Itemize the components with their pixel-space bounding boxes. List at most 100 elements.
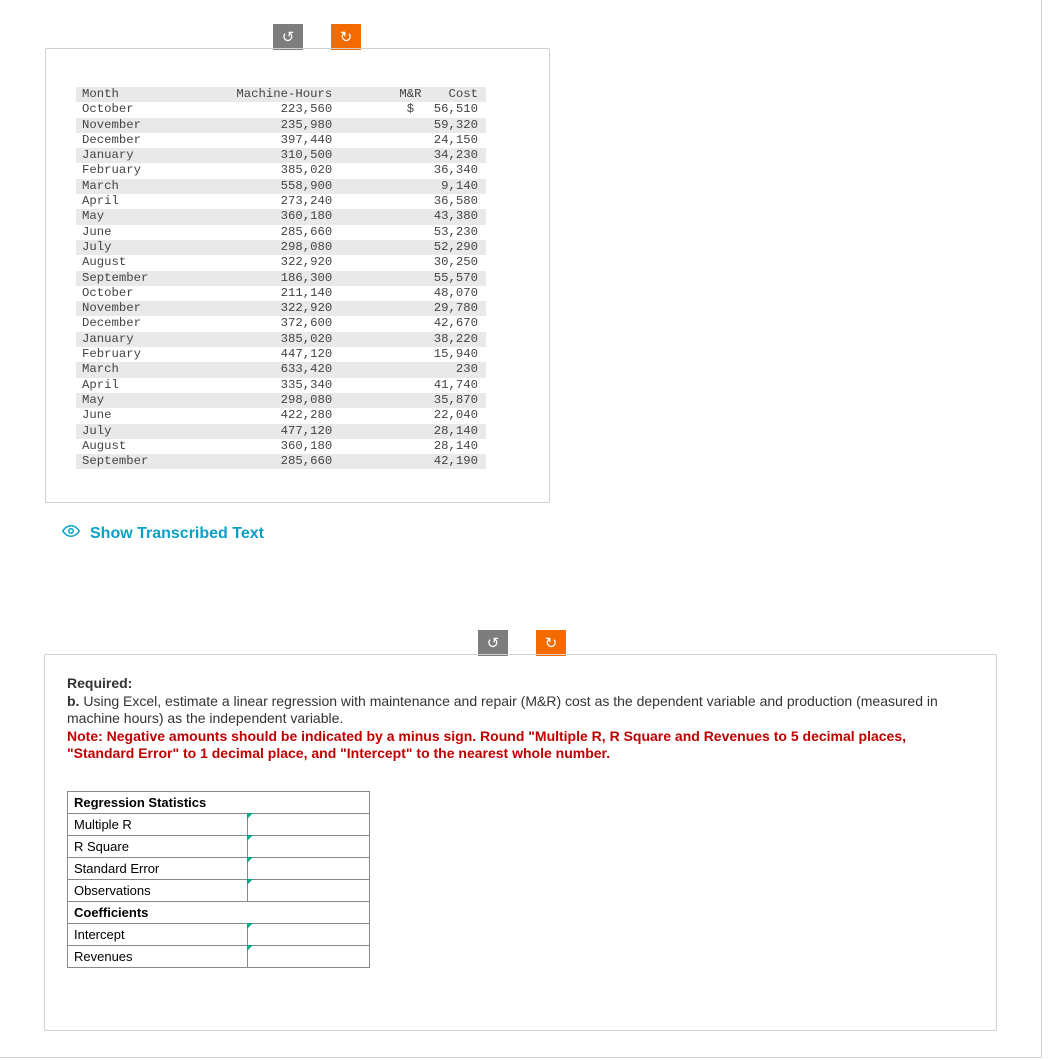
cell-sym	[340, 454, 423, 469]
table-row: April273,240 36,580	[76, 194, 486, 209]
cell-cost: 30,250	[424, 255, 486, 270]
table-row: January310,50034,230	[76, 148, 486, 163]
observations-label: Observations	[68, 879, 248, 901]
observations-input[interactable]	[248, 879, 370, 901]
show-transcribed-link[interactable]: Show Transcribed Text	[62, 522, 264, 545]
cell-sym	[340, 301, 423, 316]
multiple-r-input[interactable]	[248, 813, 370, 835]
regression-table: Regression Statistics Multiple R R Squar…	[67, 791, 370, 968]
revenues-input[interactable]	[248, 945, 370, 967]
cell-hours: 298,080	[232, 393, 340, 408]
cell-hours: 186,300	[232, 271, 340, 286]
cell-sym	[340, 179, 423, 194]
table-row: September186,30055,570	[76, 271, 486, 286]
cell-month: October	[76, 102, 232, 117]
table-row: December372,60042,670	[76, 316, 486, 331]
cell-month: March	[76, 362, 232, 377]
cell-cost: 41,740	[424, 378, 486, 393]
standard-error-input[interactable]	[248, 857, 370, 879]
cell-sym	[340, 316, 423, 331]
cell-hours: 397,440	[232, 133, 340, 148]
cell-hours: 372,600	[232, 316, 340, 331]
cell-month: August	[76, 255, 232, 270]
cell-sym	[340, 118, 423, 133]
cell-hours: 223,560	[232, 102, 340, 117]
table-row: May298,08035,870	[76, 393, 486, 408]
table-row: July298,08052,290	[76, 240, 486, 255]
table-row: Intercept	[68, 923, 370, 945]
eye-icon	[62, 522, 80, 545]
table-row: R Square	[68, 835, 370, 857]
cell-cost: 28,140	[424, 424, 486, 439]
table-row: April335,34041,740	[76, 378, 486, 393]
cell-month: May	[76, 393, 232, 408]
cell-month: March	[76, 179, 232, 194]
cell-cost: 56,510	[424, 102, 486, 117]
rotate-cw-button-2[interactable]: ↻	[536, 630, 566, 656]
cell-sym	[340, 332, 423, 347]
cell-sym	[340, 439, 423, 454]
regression-statistics-header: Regression Statistics	[68, 791, 370, 813]
table-row: October211,14048,070	[76, 286, 486, 301]
cell-month: April	[76, 194, 232, 209]
cell-cost: 52,290	[424, 240, 486, 255]
question-note: Note: Negative amounts should be indicat…	[67, 728, 974, 763]
required-label: Required:	[67, 675, 974, 693]
cell-hours: 422,280	[232, 408, 340, 423]
rotate-ccw-button-2[interactable]: ↺	[478, 630, 508, 656]
cell-cost: 9,140	[424, 179, 486, 194]
cell-sym	[340, 133, 423, 148]
header-cost: Cost	[424, 87, 486, 102]
intercept-input[interactable]	[248, 923, 370, 945]
cell-hours: 558,900	[232, 179, 340, 194]
cell-month: September	[76, 271, 232, 286]
cell-hours: 235,980	[232, 118, 340, 133]
table-row: November322,92029,780	[76, 301, 486, 316]
cell-hours: 273,240	[232, 194, 340, 209]
cell-hours: 322,920	[232, 255, 340, 270]
cell-sym	[340, 424, 423, 439]
table-row: June285,66053,230	[76, 225, 486, 240]
cell-sym	[340, 271, 423, 286]
cell-cost: 29,780	[424, 301, 486, 316]
cell-sym	[340, 393, 423, 408]
cell-hours: 385,020	[232, 163, 340, 178]
cell-hours: 322,920	[232, 301, 340, 316]
revenues-label: Revenues	[68, 945, 248, 967]
table-row: August360,18028,140	[76, 439, 486, 454]
cell-hours: 285,660	[232, 454, 340, 469]
header-mr: M&R	[340, 87, 423, 102]
cell-month: September	[76, 454, 232, 469]
cell-hours: 310,500	[232, 148, 340, 163]
cell-cost: 22,040	[424, 408, 486, 423]
rotate-cw-button[interactable]: ↻	[331, 24, 361, 50]
cell-hours: 285,660	[232, 225, 340, 240]
header-hours: Machine-Hours	[232, 87, 340, 102]
table-header-row: MonthMachine-HoursM&RCost	[76, 87, 486, 102]
cell-sym	[340, 255, 423, 270]
table-row: Revenues	[68, 945, 370, 967]
cell-sym	[340, 378, 423, 393]
cell-month: August	[76, 439, 232, 454]
r-square-input[interactable]	[248, 835, 370, 857]
cell-hours: 477,120	[232, 424, 340, 439]
cell-month: January	[76, 332, 232, 347]
cell-sym	[340, 148, 423, 163]
rotate-ccw-button[interactable]: ↺	[273, 24, 303, 50]
cell-month: June	[76, 225, 232, 240]
cell-month: December	[76, 133, 232, 148]
cell-cost: 38,220	[424, 332, 486, 347]
cell-sym	[340, 209, 423, 224]
cell-sym	[340, 286, 423, 301]
cell-cost: 36,580	[424, 194, 486, 209]
table-row: July477,12028,140	[76, 424, 486, 439]
cell-cost: 59,320	[424, 118, 486, 133]
r-square-label: R Square	[68, 835, 248, 857]
cell-month: November	[76, 118, 232, 133]
cell-cost: 230	[424, 362, 486, 377]
data-image-card: MonthMachine-HoursM&RCostOctober223,560$…	[45, 48, 550, 503]
standard-error-label: Standard Error	[68, 857, 248, 879]
table-row: February447,12015,940	[76, 347, 486, 362]
cell-cost: 24,150	[424, 133, 486, 148]
question-body: b. Using Excel, estimate a linear regres…	[67, 693, 974, 728]
